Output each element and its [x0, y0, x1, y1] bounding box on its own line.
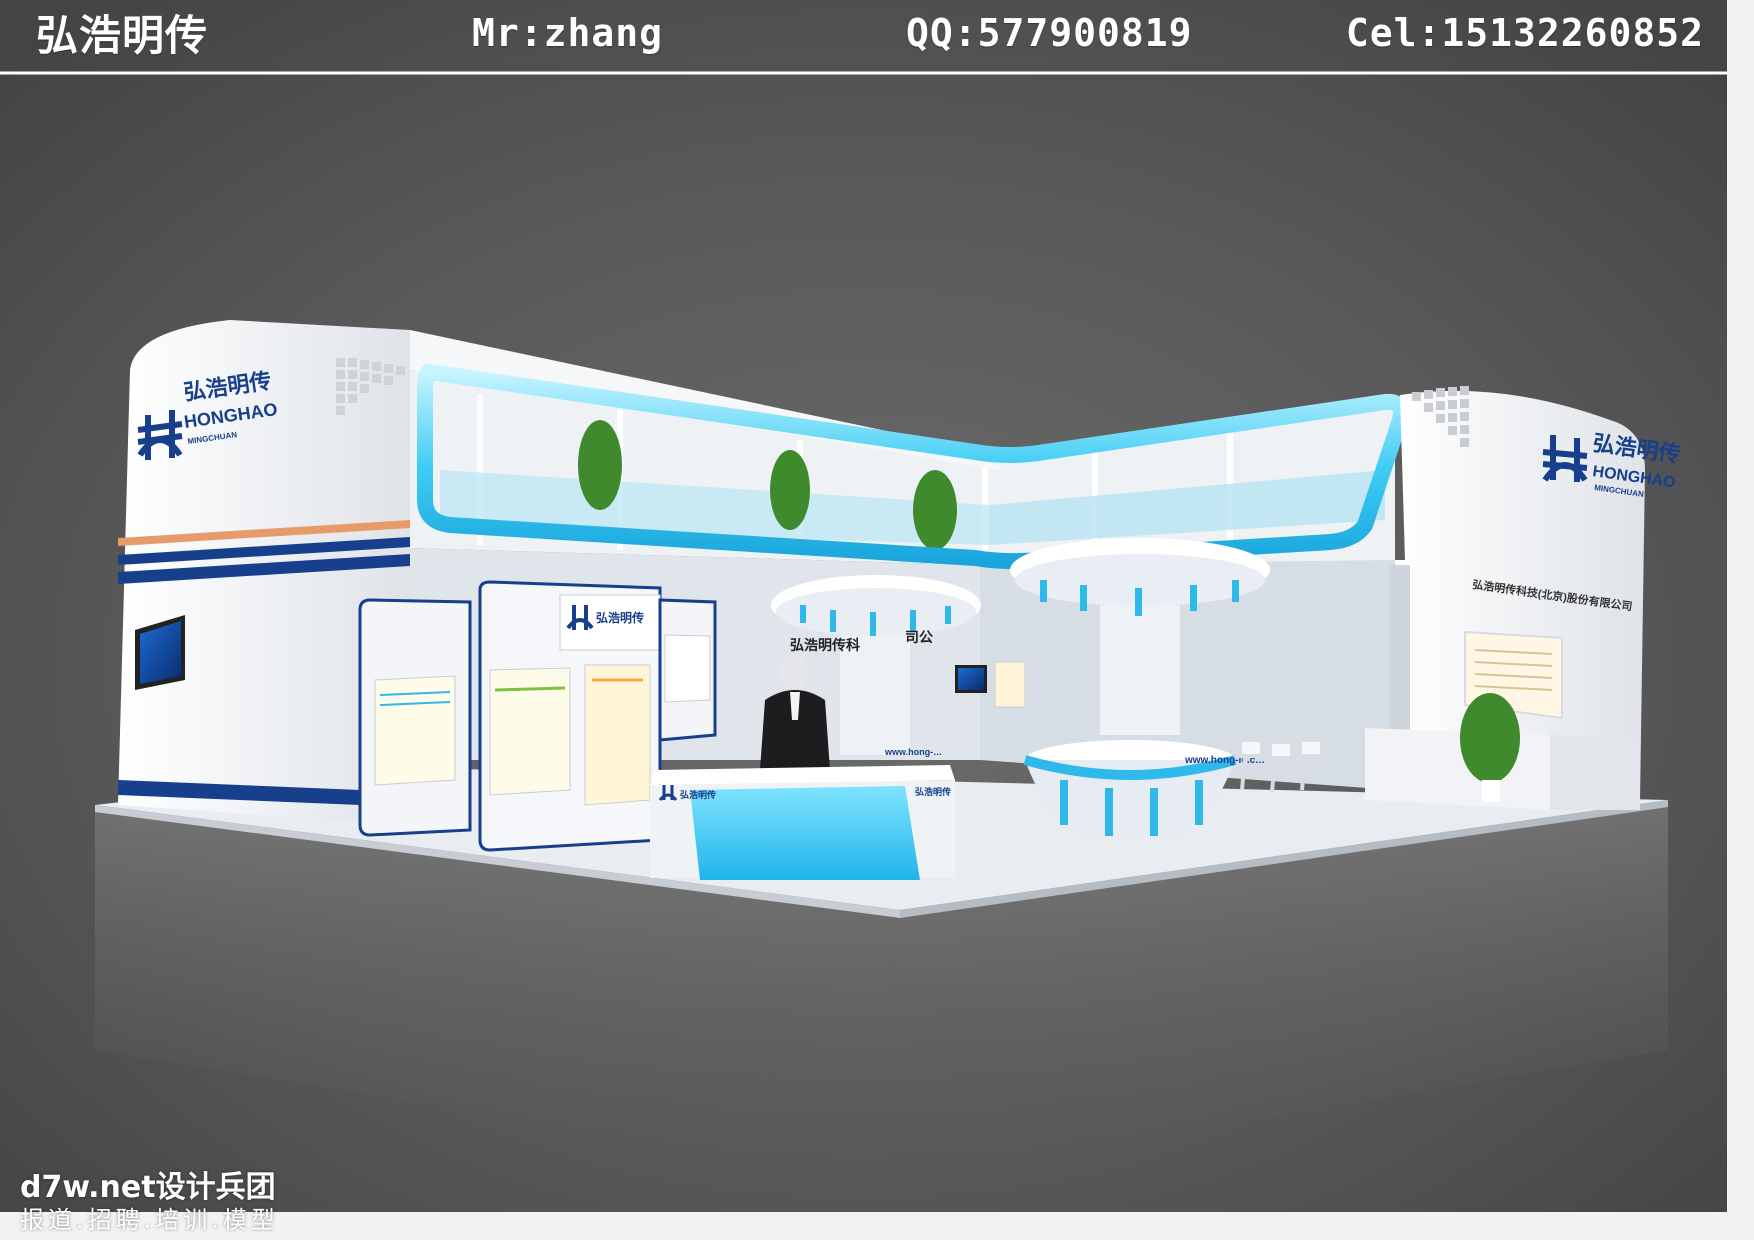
display-panel-3 [658, 598, 717, 742]
reception-counter-logo-right: 弘浩明传 [915, 786, 951, 797]
poster-back [994, 661, 1026, 708]
header-brand: 弘浩明传 [36, 11, 209, 60]
display-panel-1 [358, 598, 472, 837]
header-contact-qq: QQ:577900819 [906, 11, 1193, 55]
back-wall-company-text-right: 司公 [905, 629, 933, 645]
display-panel-2-logo-cn: 弘浩明传 [596, 610, 644, 625]
reception-counter-logo-cn: 弘浩明传 [680, 789, 716, 800]
frame-right [1727, 0, 1754, 1240]
watermark-tagline: 报道.招聘.培训.模型 [20, 1206, 279, 1234]
header-contact-phone: Cel:15132260852 [1345, 11, 1704, 55]
booth-render-scene: 弘浩明传 HONGHAO MINGCHUAN 弘浩明传 HONGHAO MING… [0, 0, 1754, 1240]
right-display-block-side [1550, 735, 1640, 810]
reception-counter-url: www.hong-… [884, 747, 942, 757]
header-contact-name: Mr:zhang [472, 11, 664, 55]
right-display-block [1365, 728, 1550, 810]
back-wall-company-text-left: 弘浩明传科 [790, 637, 860, 653]
monitor-back [955, 665, 987, 693]
display-panel-2: 弘浩明传 [478, 580, 662, 852]
render-canvas: 弘浩明传 HONGHAO MINGCHUAN 弘浩明传 HONGHAO MING… [0, 0, 1754, 1240]
